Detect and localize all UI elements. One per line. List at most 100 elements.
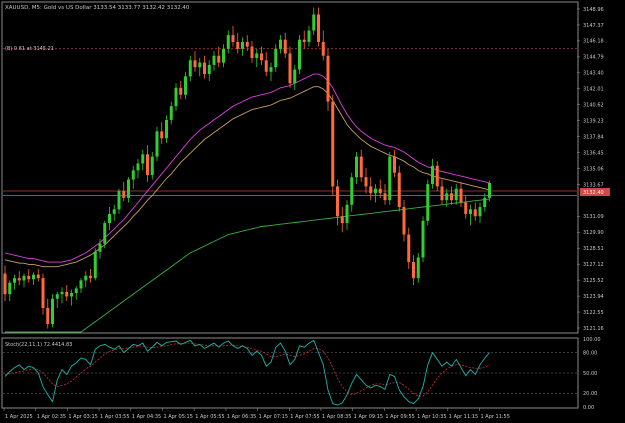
candle-body: [27, 275, 31, 280]
candle-body: [402, 207, 406, 235]
candle-body: [112, 209, 116, 214]
current-price-label: 3132.40: [583, 190, 604, 196]
candle-body: [174, 87, 178, 107]
candle-body: [89, 275, 92, 279]
candle-body: [55, 294, 59, 299]
time-tick-label: 1 Apr 09:55: [385, 414, 414, 420]
candle-body: [65, 291, 69, 297]
candle-body: [459, 188, 463, 203]
price-tick-label: 3131.09: [583, 214, 604, 220]
candle-body: [193, 60, 197, 68]
candle-body: [255, 53, 259, 59]
candle-body: [269, 67, 273, 72]
candle-body: [416, 257, 420, 279]
candle-body: [117, 191, 121, 210]
candle-body: [184, 76, 187, 95]
candle-body: [226, 35, 230, 49]
candle-body: [203, 62, 206, 75]
candle-body: [217, 55, 221, 63]
price-tick-label: 3144.79: [583, 55, 604, 61]
price-tick-label: 3122.55: [583, 310, 604, 316]
candle-body: [155, 131, 159, 157]
candle-body: [160, 131, 164, 139]
candle-body: [165, 119, 168, 139]
price-tick-label: 3140.62: [583, 103, 604, 109]
price-tick-label: 3133.67: [583, 182, 604, 188]
candle-body: [336, 186, 339, 217]
candle-body: [317, 14, 320, 42]
candle-body: [426, 184, 430, 221]
level-label: (B) 0.61 at 3145.21: [5, 46, 54, 52]
time-tick-label: 1 Apr 09:15: [354, 414, 383, 420]
candle-body: [321, 41, 325, 56]
candle-body: [355, 156, 358, 178]
candle-body: [179, 87, 183, 95]
candle-body: [127, 179, 130, 198]
candle-body: [469, 209, 472, 214]
price-tick-label: 3129.90: [583, 230, 604, 236]
trading-chart[interactable]: XAUUSD, M5: Gold vs US Dollar 3133.54 31…: [0, 0, 625, 423]
price-tick-label: 3123.94: [583, 294, 604, 300]
time-tick-label: 1 Apr 04:35: [132, 414, 161, 420]
time-tick-label: 1 Apr 07:55: [290, 414, 319, 420]
candle-body: [274, 48, 278, 68]
price-tick-label: 3135.06: [583, 166, 604, 172]
price-tick-label: 3143.40: [583, 71, 604, 77]
candle-body: [307, 30, 311, 42]
candle-body: [407, 234, 411, 263]
candle-body: [260, 53, 263, 61]
candle-body: [70, 293, 73, 297]
candle-body: [13, 278, 16, 283]
stoch-tick-label: 50.00: [583, 371, 597, 377]
candle-body: [36, 274, 40, 279]
time-tick-label: 1 Apr 03:55: [100, 414, 129, 420]
candle-body: [340, 216, 344, 224]
indicator-label: Stoch(22,11,1) 72.4414.83: [5, 342, 72, 348]
time-tick-label: 1 Apr 06:35: [227, 414, 256, 420]
candle-body: [98, 243, 102, 252]
time-tick-label: 1 Apr 05:15: [164, 414, 193, 420]
candle-body: [93, 251, 97, 279]
candle-body: [279, 39, 282, 49]
candle-body: [288, 53, 292, 84]
candle-body: [412, 262, 415, 279]
candle-body: [454, 188, 458, 201]
candle-body: [236, 41, 240, 49]
candle-body: [440, 186, 444, 201]
candle-body: [369, 186, 373, 194]
candle-body: [150, 156, 154, 175]
candle-body: [298, 39, 301, 70]
candle-body: [188, 60, 192, 77]
time-tick-label: 1 Apr 07:15: [259, 414, 288, 420]
candle-body: [79, 280, 83, 289]
candle-body: [350, 177, 354, 205]
candle-body: [212, 55, 216, 65]
candle-body: [17, 278, 21, 281]
candle-body: [3, 273, 7, 295]
candle-body: [393, 156, 396, 173]
candle-body: [388, 156, 392, 201]
time-tick-label: 1 Apr 2025: [5, 414, 33, 420]
candle-body: [122, 191, 126, 198]
price-tick-label: 3142.01: [583, 87, 604, 93]
candle-body: [222, 48, 225, 63]
chart-background: [0, 0, 625, 423]
price-tick-label: 3139.23: [583, 118, 604, 124]
candle-body: [383, 193, 387, 201]
time-tick-label: 1 Apr 05:55: [195, 414, 224, 420]
candle-body: [431, 165, 434, 185]
price-tick-label: 3125.52: [583, 278, 604, 284]
candle-body: [326, 55, 330, 102]
candle-body: [374, 188, 377, 194]
stoch-tick-label: 0.00: [583, 405, 594, 411]
time-tick-label: 1 Apr 11:15: [449, 414, 478, 420]
candle-body: [108, 213, 111, 224]
candle-body: [141, 154, 145, 164]
price-tick-label: 3136.45: [583, 150, 604, 156]
candle-body: [397, 172, 401, 208]
candle-body: [136, 163, 140, 171]
candle-body: [32, 274, 35, 280]
candle-body: [293, 69, 297, 84]
candle-body: [245, 41, 249, 47]
candle-body: [41, 278, 45, 308]
